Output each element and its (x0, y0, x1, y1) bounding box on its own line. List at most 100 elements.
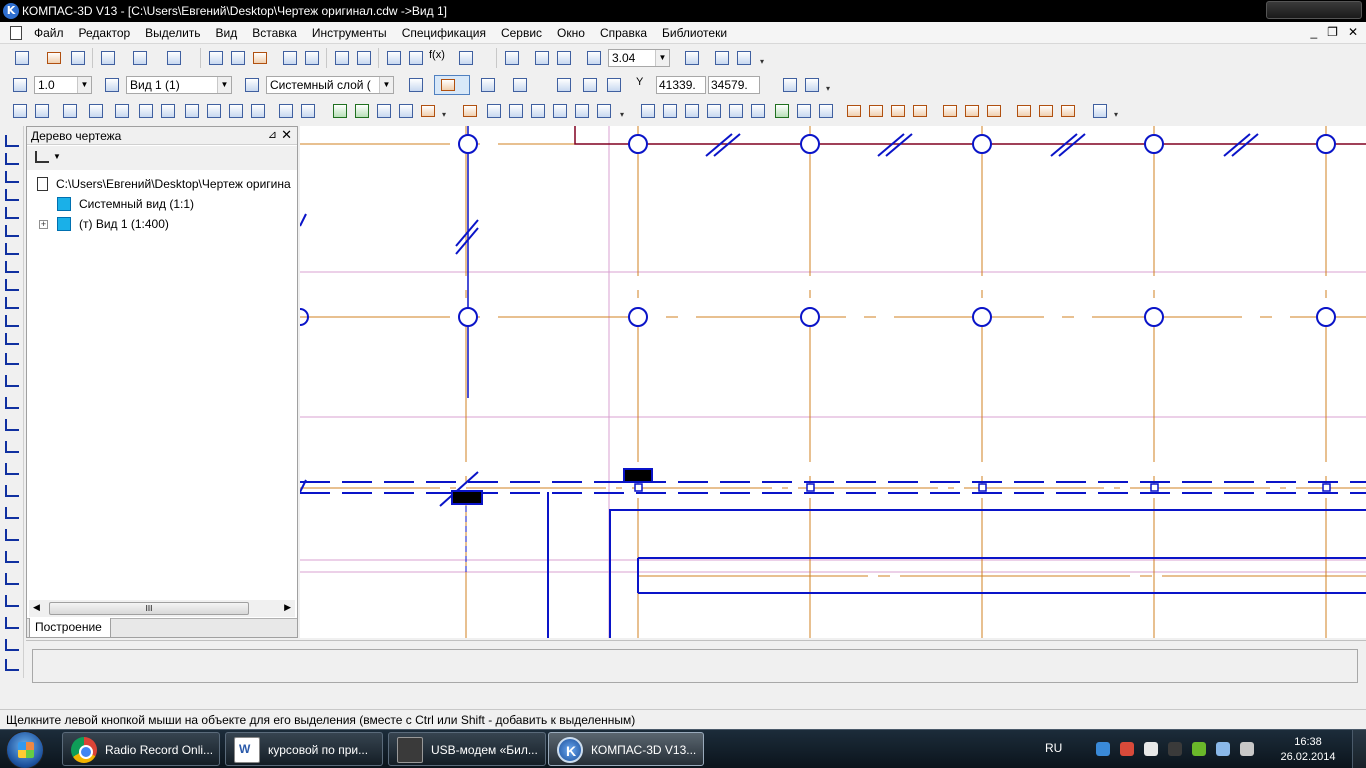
tool-icon-41[interactable] (1016, 103, 1032, 119)
polygon-icon[interactable] (4, 638, 20, 652)
tool-icon-42[interactable] (1038, 103, 1054, 119)
tool-icon-35[interactable] (868, 103, 884, 119)
tool-icon-3[interactable] (62, 103, 78, 119)
selection-marker[interactable] (451, 490, 483, 505)
tool-icon-14[interactable] (332, 103, 348, 119)
tool-icon-32[interactable] (796, 103, 812, 119)
tool-icon-1[interactable] (12, 103, 28, 119)
scroll-thumb[interactable]: III (49, 602, 249, 615)
local-cs-icon[interactable] (556, 77, 572, 93)
scroll-right-icon[interactable]: ▶ (284, 602, 291, 613)
nvidia-tray-icon[interactable] (1192, 742, 1206, 756)
open-folder-icon[interactable] (46, 50, 62, 66)
tool-icon-17[interactable] (398, 103, 414, 119)
new-document-icon[interactable] (14, 50, 30, 66)
zoom-in-icon[interactable] (534, 50, 550, 66)
step-combo[interactable]: 1.0 ▼ (34, 76, 92, 94)
taskbar-item-kompas[interactable]: КОМПАС-3D V13... (548, 732, 704, 766)
copy-icon[interactable] (230, 50, 246, 66)
tree-node-view-1[interactable]: (т) Вид 1 (1:400) (57, 217, 169, 231)
associative-views-icon[interactable] (4, 260, 20, 274)
view-combo[interactable]: Вид 1 (1) ▼ (126, 76, 232, 94)
round-icon[interactable] (582, 77, 598, 93)
editing-icon[interactable] (4, 188, 20, 202)
properties-icon[interactable] (304, 50, 320, 66)
tool-icon-5[interactable] (114, 103, 130, 119)
fx-icon[interactable]: f(x) (429, 49, 445, 61)
menu-tools[interactable]: Инструменты (312, 26, 387, 40)
layer-state-icon[interactable] (244, 77, 260, 93)
menu-insert[interactable]: Вставка (252, 26, 297, 40)
regenerate-icon[interactable] (736, 50, 752, 66)
magnet-icon[interactable] (440, 77, 456, 93)
chevron-down-icon[interactable]: ▼ (53, 152, 61, 161)
coord-x-field[interactable]: 41339. (656, 76, 706, 94)
menu-window[interactable]: Окно (557, 26, 585, 40)
fragments-icon[interactable] (4, 332, 20, 346)
tool-icon-22[interactable] (530, 103, 546, 119)
tool-icon-4[interactable] (88, 103, 104, 119)
skype-tray-icon[interactable] (1144, 742, 1158, 756)
language-indicator[interactable]: RU (1045, 741, 1062, 755)
tool-icon-16[interactable] (376, 103, 392, 119)
spline-icon[interactable] (4, 484, 20, 498)
tool-icon-27[interactable] (684, 103, 700, 119)
bezier-icon[interactable] (4, 550, 20, 564)
aux-line-icon[interactable] (4, 374, 20, 388)
menu-libraries[interactable]: Библиотеки (662, 26, 727, 40)
curve-icon[interactable] (4, 528, 20, 542)
page-setup-icon[interactable] (166, 50, 182, 66)
mdi-restore-button[interactable]: ❐ (1327, 25, 1338, 39)
geometry-icon[interactable] (4, 134, 20, 148)
ortho-icon[interactable] (480, 77, 496, 93)
color-icon[interactable] (408, 77, 424, 93)
taskbar-item-word[interactable]: курсовой по при... (225, 732, 383, 766)
tool-icon-31[interactable] (774, 103, 790, 119)
variables-icon[interactable] (408, 50, 424, 66)
close-icon[interactable]: ✕ (281, 127, 292, 143)
monitor-tray-icon[interactable] (1216, 742, 1230, 756)
menu-help[interactable]: Справка (600, 26, 647, 40)
tool-icon-29[interactable] (728, 103, 744, 119)
paste-icon[interactable] (252, 50, 268, 66)
tool-icon-25[interactable] (640, 103, 656, 119)
redo-icon[interactable] (356, 50, 372, 66)
tool-icon-18[interactable] (420, 103, 436, 119)
parameterization-panel-icon[interactable] (4, 206, 20, 220)
rectangle-icon[interactable] (4, 616, 20, 630)
layer-combo[interactable]: Системный слой ( ▼ (266, 76, 394, 94)
toolbar-overflow-icon[interactable]: ▾ (826, 84, 832, 93)
refresh-view-icon[interactable] (714, 50, 730, 66)
tool-icon-38[interactable] (942, 103, 958, 119)
cursor-icon[interactable] (606, 77, 622, 93)
tool-icon-24[interactable] (574, 103, 590, 119)
save-icon[interactable] (70, 50, 86, 66)
insert-icon[interactable] (4, 314, 20, 328)
tree-node-document[interactable]: C:\Users\Евгений\Desktop\Чертеж оригина (37, 177, 291, 191)
chevron-down-icon[interactable]: ▼ (655, 50, 669, 66)
tool-icon-6[interactable] (138, 103, 154, 119)
cut-icon[interactable] (208, 50, 224, 66)
expand-icon[interactable]: + (39, 220, 48, 229)
mdi-minimize-button[interactable]: _ (1310, 25, 1317, 39)
tool-icon-13[interactable] (300, 103, 316, 119)
chamfer-icon[interactable] (4, 572, 20, 586)
tool-icon-9[interactable] (206, 103, 222, 119)
menu-select[interactable]: Выделить (145, 26, 200, 40)
fillet-icon[interactable] (4, 594, 20, 608)
pin-icon[interactable]: ⊿ (268, 128, 277, 141)
kompas-app-icon[interactable]: K (3, 3, 19, 19)
drawing-svg[interactable] (300, 126, 1366, 638)
tree-horizontal-scrollbar[interactable]: ◀ III ▶ (29, 600, 295, 617)
undo-icon[interactable] (334, 50, 350, 66)
hatch-icon[interactable] (4, 658, 20, 672)
help-pointer-icon[interactable] (458, 50, 474, 66)
network-tray-icon[interactable] (1096, 742, 1110, 756)
manager-icon[interactable] (386, 50, 402, 66)
tool-icon-8[interactable] (184, 103, 200, 119)
toolbar-overflow-icon[interactable]: ▾ (620, 110, 626, 119)
zoom-out-icon[interactable] (556, 50, 572, 66)
coord-y-field[interactable]: 34579. (708, 76, 760, 94)
zoom-window-icon[interactable] (504, 50, 520, 66)
menu-service[interactable]: Сервис (501, 26, 542, 40)
